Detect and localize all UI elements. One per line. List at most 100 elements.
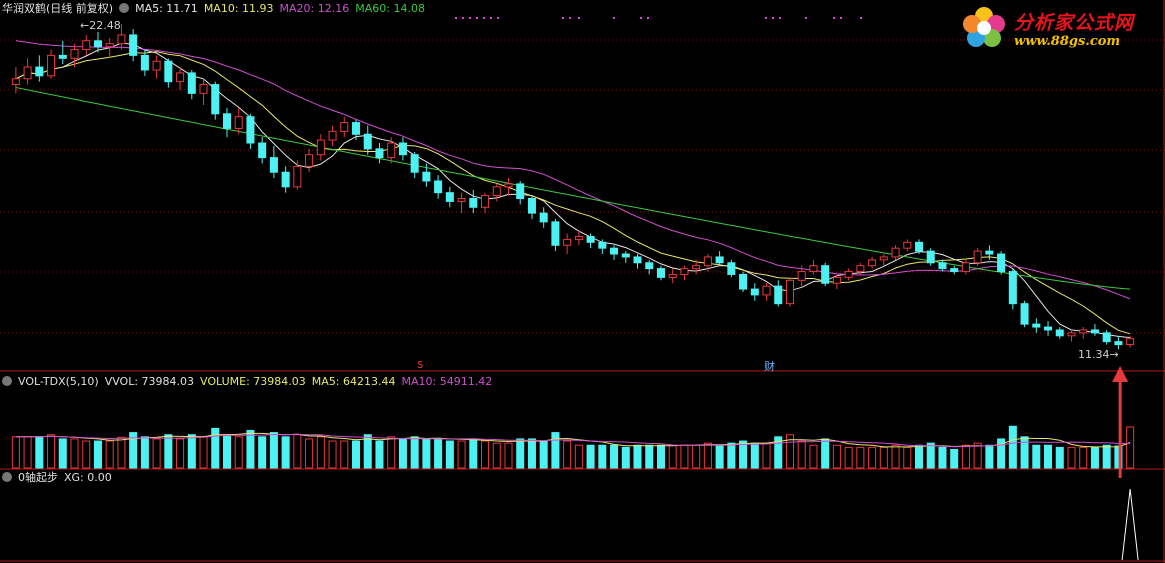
volume-bar — [610, 444, 619, 469]
volume-bar — [926, 442, 935, 469]
event-dot — [497, 17, 499, 19]
event-dot — [569, 17, 571, 19]
volume-bar — [1044, 444, 1053, 469]
volume-bar — [117, 436, 126, 469]
candle-up — [762, 285, 771, 296]
candle-down — [715, 256, 724, 264]
volume-bar — [187, 434, 196, 469]
volume-bar — [492, 442, 501, 469]
volume-bar — [715, 444, 724, 469]
ma10-line — [15, 51, 1131, 335]
candle-down — [950, 268, 959, 273]
candle-down — [1114, 341, 1123, 346]
candle-down — [739, 273, 748, 290]
volume-bar — [1102, 444, 1111, 469]
candle-down — [164, 60, 173, 83]
volume-bar — [234, 436, 243, 469]
candle-up — [82, 40, 91, 51]
volume-bar — [1020, 436, 1029, 469]
volume-bar — [821, 438, 830, 469]
candle-up — [844, 271, 853, 278]
candle-down — [211, 84, 220, 115]
candle-down — [598, 241, 607, 249]
volume-bar — [961, 444, 970, 469]
candle-down — [434, 180, 443, 194]
indicator-name[interactable]: 0轴起步 — [18, 471, 58, 484]
volume-bar — [70, 438, 79, 469]
volume-bar — [351, 440, 361, 469]
volume-bar — [563, 440, 572, 469]
candle-down — [633, 256, 642, 264]
event-dot — [860, 17, 862, 19]
volume-bar — [645, 444, 654, 469]
candle-down — [129, 34, 138, 56]
candle-up — [668, 273, 677, 278]
vvol-label: VVOL: 73984.03 — [104, 375, 195, 388]
candle-down — [527, 198, 536, 214]
volume-bar — [680, 444, 689, 469]
volume-bar — [938, 446, 947, 469]
volume-bar — [176, 438, 185, 469]
candle-down — [938, 262, 947, 270]
volume-bar — [504, 442, 513, 469]
signal-arrow-head — [1112, 366, 1129, 382]
candle-up — [234, 116, 243, 129]
volume-bar — [328, 440, 337, 469]
volume-bar — [985, 444, 994, 469]
candle-down — [1055, 329, 1064, 337]
volume-settings-icon[interactable] — [2, 376, 12, 386]
candle-down — [914, 241, 924, 252]
settings-icon[interactable] — [119, 3, 130, 13]
vol-indicator-name[interactable]: VOL-TDX(5,10) — [18, 375, 99, 388]
candle-down — [1032, 323, 1041, 328]
volume-bar — [1126, 426, 1135, 469]
volume-label: VOLUME: 73984.03 — [200, 375, 306, 388]
ma20-label: MA20: 12.16 — [279, 2, 350, 15]
flower-logo-icon — [963, 7, 1005, 47]
event-dot — [840, 17, 842, 19]
candle-down — [551, 221, 560, 246]
volume-bar — [281, 436, 290, 469]
candle-up — [47, 54, 56, 77]
volume-bar — [35, 436, 44, 469]
volume-bar — [387, 436, 396, 469]
volume-bar — [375, 440, 384, 469]
candle-up — [305, 154, 314, 167]
candle-up — [868, 259, 877, 267]
volume-bar — [340, 440, 349, 469]
volume-bar — [703, 442, 712, 469]
volume-bar — [93, 440, 102, 469]
main-panel-header: 华润双鹤(日线 前复权) MA5: 11.71 MA10: 11.93 MA20: 1… — [2, 2, 431, 15]
candle-down — [656, 268, 665, 278]
candle-up — [891, 247, 900, 258]
event-dot — [476, 17, 478, 19]
volume-bar — [832, 444, 841, 469]
candle-down — [997, 253, 1006, 273]
candle-down — [351, 122, 361, 135]
candle-down — [445, 192, 454, 202]
candle-down — [410, 154, 419, 173]
volume-bar — [457, 440, 466, 469]
candle-down — [1020, 303, 1029, 325]
volume-bar — [422, 438, 431, 469]
candle-down — [621, 253, 630, 258]
volume-bar — [246, 429, 255, 469]
candle-up — [23, 66, 32, 80]
candle-up — [199, 84, 208, 94]
candle-up — [316, 139, 325, 156]
stock-name[interactable]: 华润双鹤(日线 前复权) — [2, 2, 113, 15]
volume-bar — [105, 440, 114, 469]
volume-bar — [551, 432, 560, 469]
indicator-settings-icon[interactable] — [2, 472, 12, 482]
candle-up — [1067, 332, 1076, 337]
volume-bar — [598, 444, 607, 469]
volume-bar — [621, 446, 630, 469]
candle-up — [457, 198, 466, 202]
event-marker-s[interactable]: S — [417, 360, 423, 371]
event-marker-cai[interactable]: 财 — [764, 358, 775, 374]
candle-down — [269, 157, 278, 173]
volume-bar — [1032, 444, 1041, 469]
candle-down — [375, 148, 384, 159]
volume-bar — [23, 436, 32, 469]
volume-panel-header: VOL-TDX(5,10) VVOL: 73984.03 VOLUME: 73984… — [2, 375, 498, 388]
